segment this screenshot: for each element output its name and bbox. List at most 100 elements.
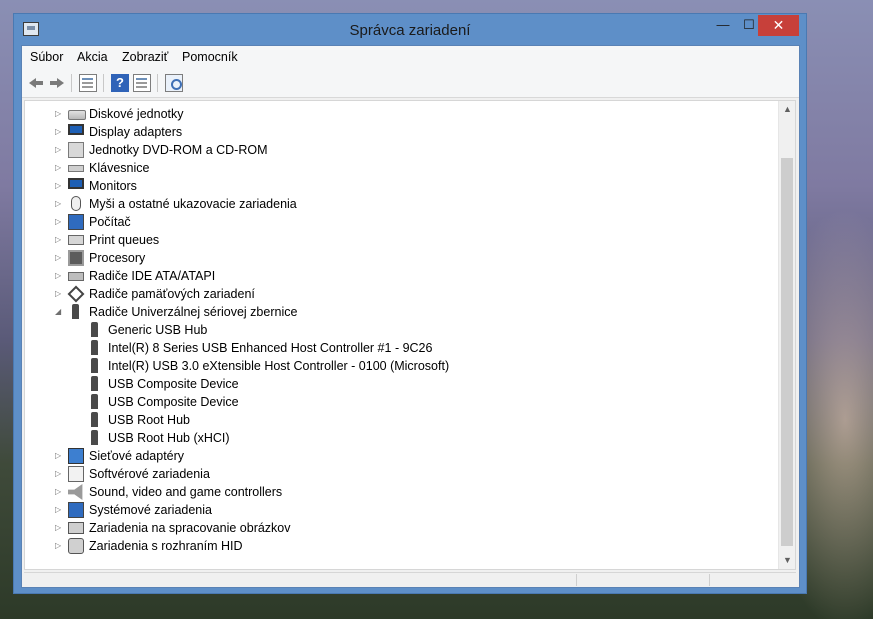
tree-device-row[interactable]: USB Root Hub (xHCI)	[25, 429, 778, 447]
tree-category-row[interactable]: ▷ Procesory	[25, 249, 778, 267]
toolbar-separator	[103, 74, 104, 92]
collapsed-triangle-icon[interactable]: ▷	[55, 217, 63, 227]
toolbar-separator	[157, 74, 158, 92]
software-device-icon	[68, 466, 84, 482]
mouse-icon	[71, 196, 81, 211]
network-adapter-icon	[68, 448, 84, 464]
collapsed-triangle-icon[interactable]: ▷	[55, 109, 63, 119]
tree-item-label: Klávesnice	[89, 161, 150, 175]
dvd-drive-icon	[68, 142, 84, 158]
display-adapter-icon	[68, 124, 84, 135]
collapsed-triangle-icon[interactable]: ▷	[55, 451, 63, 461]
menu-bar: Súbor Akcia Zobraziť Pomocník	[22, 46, 799, 68]
collapsed-triangle-icon[interactable]: ▷	[55, 469, 63, 479]
tree-item-label: Počítač	[89, 215, 131, 229]
collapsed-triangle-icon[interactable]: ▷	[55, 271, 63, 281]
ide-controller-icon	[68, 272, 84, 281]
collapsed-triangle-icon[interactable]: ▷	[55, 163, 63, 173]
usb-device-icon	[91, 340, 98, 355]
tree-item-label: Jednotky DVD-ROM a CD-ROM	[89, 143, 268, 157]
tree-category-row[interactable]: ▷ Sieťové adaptéry	[25, 447, 778, 465]
tree-category-row[interactable]: ▷ Monitors	[25, 177, 778, 195]
collapsed-triangle-icon[interactable]: ▷	[55, 127, 63, 137]
tree-category-row[interactable]: ▷ Myši a ostatné ukazovacie zariadenia	[25, 195, 778, 213]
tree-category-row[interactable]: ▷ Zariadenia na spracovanie obrázkov	[25, 519, 778, 537]
collapsed-triangle-icon[interactable]: ▷	[55, 253, 63, 263]
tree-device-row[interactable]: USB Composite Device	[25, 375, 778, 393]
tree-category-row[interactable]: ▷ Systémové zariadenia	[25, 501, 778, 519]
scrollbar-thumb[interactable]	[781, 158, 793, 546]
tree-device-row[interactable]: Intel(R) 8 Series USB Enhanced Host Cont…	[25, 339, 778, 357]
scroll-up-arrow-icon[interactable]: ▲	[779, 101, 795, 118]
collapsed-triangle-icon[interactable]: ▷	[55, 487, 63, 497]
tree-item-label: Intel(R) USB 3.0 eXtensible Host Control…	[108, 359, 450, 373]
scan-hardware-changes-icon[interactable]	[165, 74, 183, 92]
tree-category-row[interactable]: ▷ Diskové jednotky	[25, 105, 778, 123]
disk-drive-icon	[68, 110, 86, 120]
window-client-area: Súbor Akcia Zobraziť Pomocník ? ▷ Diskové…	[21, 45, 800, 588]
usb-device-icon	[91, 394, 98, 409]
usb-controller-icon	[72, 304, 79, 319]
show-action-pane-icon[interactable]	[133, 74, 151, 92]
tree-device-row[interactable]: USB Root Hub	[25, 411, 778, 429]
tree-category-row[interactable]: ▷ Print queues	[25, 231, 778, 249]
close-button[interactable]: ✕	[758, 15, 799, 36]
expanded-triangle-icon[interactable]: ◢	[55, 307, 63, 317]
tree-category-row[interactable]: ▷ Jednotky DVD-ROM a CD-ROM	[25, 141, 778, 159]
menu-file[interactable]: Súbor	[30, 50, 63, 64]
collapsed-triangle-icon[interactable]: ▷	[55, 541, 63, 551]
tree-item-label: Zariadenia na spracovanie obrázkov	[89, 521, 291, 535]
tree-item-label: Procesory	[89, 251, 146, 265]
tree-device-row[interactable]: Generic USB Hub	[25, 321, 778, 339]
tree-category-row[interactable]: ▷ Klávesnice	[25, 159, 778, 177]
status-bar-divider	[576, 574, 577, 586]
tree-category-row[interactable]: ◢ Radiče Univerzálnej sériovej zbernice	[25, 303, 778, 321]
usb-device-icon	[91, 412, 98, 427]
usb-device-icon	[91, 322, 98, 337]
collapsed-triangle-icon[interactable]: ▷	[55, 523, 63, 533]
monitor-icon	[68, 178, 84, 189]
processor-icon	[68, 250, 84, 266]
tree-category-row[interactable]: ▷ Softvérové zariadenia	[25, 465, 778, 483]
forward-arrow-icon[interactable]	[48, 74, 66, 92]
collapsed-triangle-icon[interactable]: ▷	[55, 289, 63, 299]
tree-item-label: Zariadenia s rozhraním HID	[89, 539, 243, 553]
sound-icon	[68, 484, 83, 500]
collapsed-triangle-icon[interactable]: ▷	[55, 199, 63, 209]
collapsed-triangle-icon[interactable]: ▷	[55, 181, 63, 191]
toolbar-separator	[71, 74, 72, 92]
collapsed-triangle-icon[interactable]: ▷	[55, 145, 63, 155]
tree-category-row[interactable]: ▷ Počítač	[25, 213, 778, 231]
help-icon[interactable]: ?	[111, 74, 129, 92]
title-bar[interactable]: Správca zariadení — ☐ ✕	[14, 14, 806, 45]
tree-category-row[interactable]: ▷ Radiče pamäťových zariadení	[25, 285, 778, 303]
tree-item-label: USB Composite Device	[108, 377, 239, 391]
device-tree-pane[interactable]: ▷ Diskové jednotky ▷ Display adapters ▷ Jedno…	[24, 100, 796, 570]
tree-item-label: Radiče pamäťových zariadení	[89, 287, 255, 301]
back-arrow-icon[interactable]	[27, 74, 45, 92]
collapsed-triangle-icon[interactable]: ▷	[55, 235, 63, 245]
usb-device-icon	[91, 358, 98, 373]
minimize-button[interactable]: —	[710, 15, 736, 36]
vertical-scrollbar[interactable]: ▲ ▼	[778, 101, 795, 569]
tree-category-row[interactable]: ▷ Sound, video and game controllers	[25, 483, 778, 501]
scroll-down-arrow-icon[interactable]: ▼	[779, 552, 795, 569]
show-hide-console-tree-icon[interactable]	[79, 74, 97, 92]
tree-device-row[interactable]: Intel(R) USB 3.0 eXtensible Host Control…	[25, 357, 778, 375]
tree-device-row[interactable]: USB Composite Device	[25, 393, 778, 411]
tree-category-row[interactable]: ▷ Radiče IDE ATA/ATAPI	[25, 267, 778, 285]
tree-item-label: USB Root Hub (xHCI)	[108, 431, 230, 445]
menu-view[interactable]: Zobraziť	[122, 50, 168, 64]
tree-item-label: Diskové jednotky	[89, 107, 184, 121]
hid-device-icon	[68, 538, 84, 554]
menu-action[interactable]: Akcia	[77, 50, 108, 64]
window-title: Správca zariadení	[349, 22, 471, 39]
tree-item-label: Intel(R) 8 Series USB Enhanced Host Cont…	[108, 341, 433, 355]
tree-category-row[interactable]: ▷ Zariadenia s rozhraním HID	[25, 537, 778, 555]
status-bar	[24, 572, 796, 587]
computer-icon	[68, 214, 84, 230]
collapsed-triangle-icon[interactable]: ▷	[55, 505, 63, 515]
tree-category-row[interactable]: ▷ Display adapters	[25, 123, 778, 141]
tree-item-label: Radiče Univerzálnej sériovej zbernice	[89, 305, 298, 319]
menu-help[interactable]: Pomocník	[182, 50, 238, 64]
